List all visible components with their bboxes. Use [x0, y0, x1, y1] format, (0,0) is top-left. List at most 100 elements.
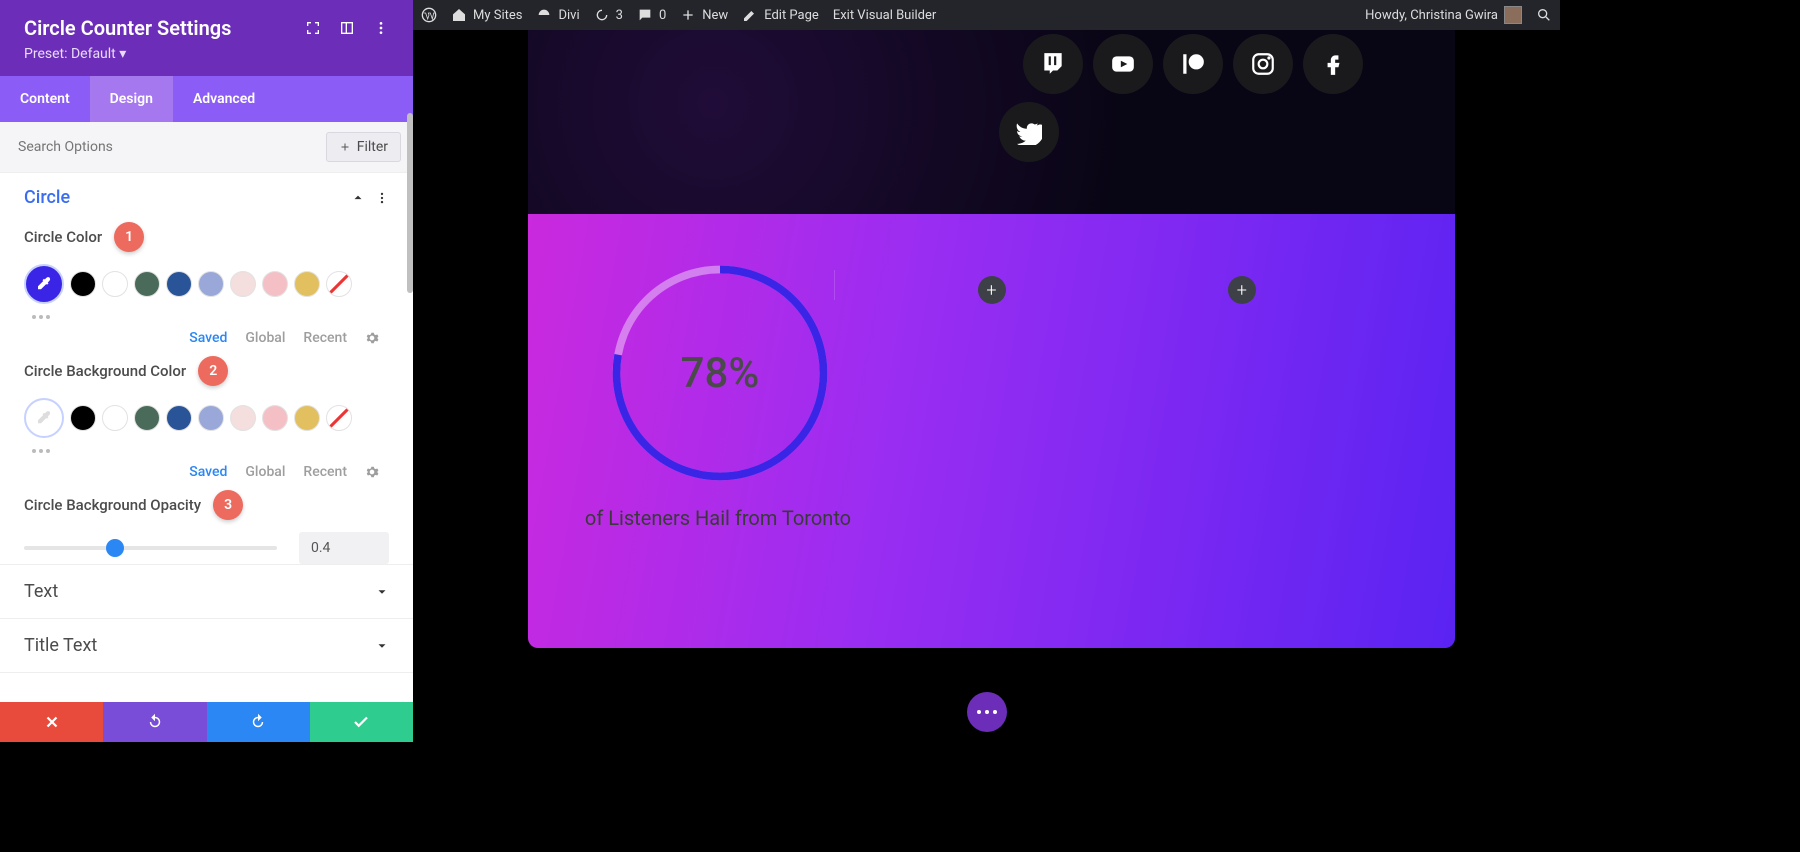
more-icon[interactable]: [375, 191, 389, 205]
swatch-transparent[interactable]: [326, 405, 352, 431]
swatch-blush[interactable]: [230, 271, 256, 297]
palette-global[interactable]: Global: [245, 464, 285, 480]
twitter-link[interactable]: [999, 102, 1059, 162]
circle-bg-swatches: [24, 398, 389, 438]
circle-opacity-label: Circle Background Opacity: [24, 496, 201, 514]
instagram-icon: [1250, 51, 1276, 77]
slider-thumb[interactable]: [106, 539, 124, 557]
swatch-pink[interactable]: [262, 405, 288, 431]
wp-search[interactable]: [1536, 7, 1552, 23]
close-icon: [43, 713, 61, 731]
palette-global[interactable]: Global: [245, 330, 285, 346]
swatch-black[interactable]: [70, 405, 96, 431]
accordion-title-text-label: Title Text: [24, 635, 375, 656]
annotation-badge-2: 2: [198, 356, 228, 386]
save-button[interactable]: [310, 702, 413, 742]
wp-new[interactable]: New: [680, 7, 728, 23]
swatch-transparent[interactable]: [326, 271, 352, 297]
swatch-gold[interactable]: [294, 405, 320, 431]
preset-selector[interactable]: Preset: Default ▾: [24, 46, 389, 62]
swatch-gold[interactable]: [294, 271, 320, 297]
palette-recent[interactable]: Recent: [303, 464, 347, 480]
filter-button[interactable]: Filter: [326, 132, 401, 162]
tabs: Content Design Advanced: [0, 76, 413, 122]
palette-saved[interactable]: Saved: [189, 330, 227, 346]
swatch-green[interactable]: [134, 405, 160, 431]
accordion-text[interactable]: Text: [0, 564, 413, 618]
instagram-link[interactable]: [1233, 34, 1293, 94]
add-module-button[interactable]: +: [978, 276, 1006, 304]
twitter-icon: [1016, 119, 1042, 145]
swatch-black[interactable]: [70, 271, 96, 297]
wp-updates[interactable]: 3: [594, 7, 623, 23]
swatch-white[interactable]: [102, 405, 128, 431]
comment-icon: [637, 7, 653, 23]
pencil-icon: [742, 7, 758, 23]
tab-advanced[interactable]: Advanced: [173, 76, 275, 122]
annotation-badge-3: 3: [213, 490, 243, 520]
settings-panel: Circle Counter Settings Preset: Default …: [0, 0, 413, 742]
opacity-value[interactable]: 0.4: [299, 532, 389, 564]
wp-comments[interactable]: 0: [637, 7, 666, 23]
circle-counter-module[interactable]: 78%: [605, 258, 835, 488]
swatch-lilac[interactable]: [198, 271, 224, 297]
twitch-icon: [1040, 51, 1066, 77]
panel-title: Circle Counter Settings: [24, 16, 305, 40]
patreon-link[interactable]: [1163, 34, 1223, 94]
search-input[interactable]: [12, 135, 326, 159]
redo-button[interactable]: [207, 702, 310, 742]
youtube-link[interactable]: [1093, 34, 1153, 94]
swatch-pink[interactable]: [262, 271, 288, 297]
palette-meta-row: Saved Global Recent: [24, 330, 389, 346]
undo-button[interactable]: [103, 702, 206, 742]
twitch-link[interactable]: [1023, 34, 1083, 94]
panel-content: Circle Circle Color 1 S: [0, 173, 413, 702]
add-module-button[interactable]: +: [1228, 276, 1256, 304]
annotation-badge-1: 1: [114, 222, 144, 252]
gear-icon[interactable]: [365, 331, 379, 345]
opacity-slider[interactable]: [24, 546, 277, 550]
palette-saved[interactable]: Saved: [189, 464, 227, 480]
eyedropper-button[interactable]: [24, 264, 64, 304]
wp-my-sites[interactable]: My Sites: [451, 7, 522, 23]
undo-icon: [146, 713, 164, 731]
chevron-down-icon: [375, 585, 389, 599]
swatch-navy[interactable]: [166, 271, 192, 297]
accordion-text-label: Text: [24, 581, 375, 602]
more-swatches-icon[interactable]: [32, 312, 54, 322]
youtube-icon: [1110, 51, 1136, 77]
columns-icon[interactable]: [339, 20, 355, 36]
facebook-link[interactable]: [1303, 34, 1363, 94]
gear-icon[interactable]: [365, 465, 379, 479]
gauge-icon: [536, 7, 552, 23]
palette-recent[interactable]: Recent: [303, 330, 347, 346]
more-swatches-icon[interactable]: [32, 446, 54, 456]
swatch-navy[interactable]: [166, 405, 192, 431]
wp-exit-visual-builder[interactable]: Exit Visual Builder: [833, 8, 936, 23]
wp-site-name[interactable]: Divi: [536, 7, 579, 23]
wp-admin-bar: My Sites Divi 3 0 New Edit Page Exit Vis…: [413, 0, 1560, 30]
section-header-circle[interactable]: Circle: [24, 187, 389, 208]
tab-design[interactable]: Design: [90, 76, 173, 122]
swatch-white[interactable]: [102, 271, 128, 297]
swatch-green[interactable]: [134, 271, 160, 297]
eyedropper-icon: [35, 409, 53, 427]
wp-edit-page[interactable]: Edit Page: [742, 7, 819, 23]
social-icons-row: [1023, 34, 1363, 94]
more-icon[interactable]: [373, 20, 389, 36]
tab-content[interactable]: Content: [0, 76, 90, 122]
circle-percent-text: 78%: [605, 258, 835, 488]
swatch-lilac[interactable]: [198, 405, 224, 431]
stats-section: 78% of Listeners Hail from Toronto + +: [528, 214, 1455, 648]
wp-howdy[interactable]: Howdy, Christina Gwira: [1365, 6, 1522, 24]
discard-button[interactable]: [0, 702, 103, 742]
wp-logo[interactable]: [421, 7, 437, 23]
patreon-icon: [1180, 51, 1206, 77]
column-divider: [834, 270, 835, 300]
avatar: [1504, 6, 1522, 24]
eyedropper-button[interactable]: [24, 398, 64, 438]
accordion-title-text[interactable]: Title Text: [0, 618, 413, 673]
expand-icon[interactable]: [305, 20, 321, 36]
builder-menu-fab[interactable]: [967, 692, 1007, 732]
swatch-blush[interactable]: [230, 405, 256, 431]
